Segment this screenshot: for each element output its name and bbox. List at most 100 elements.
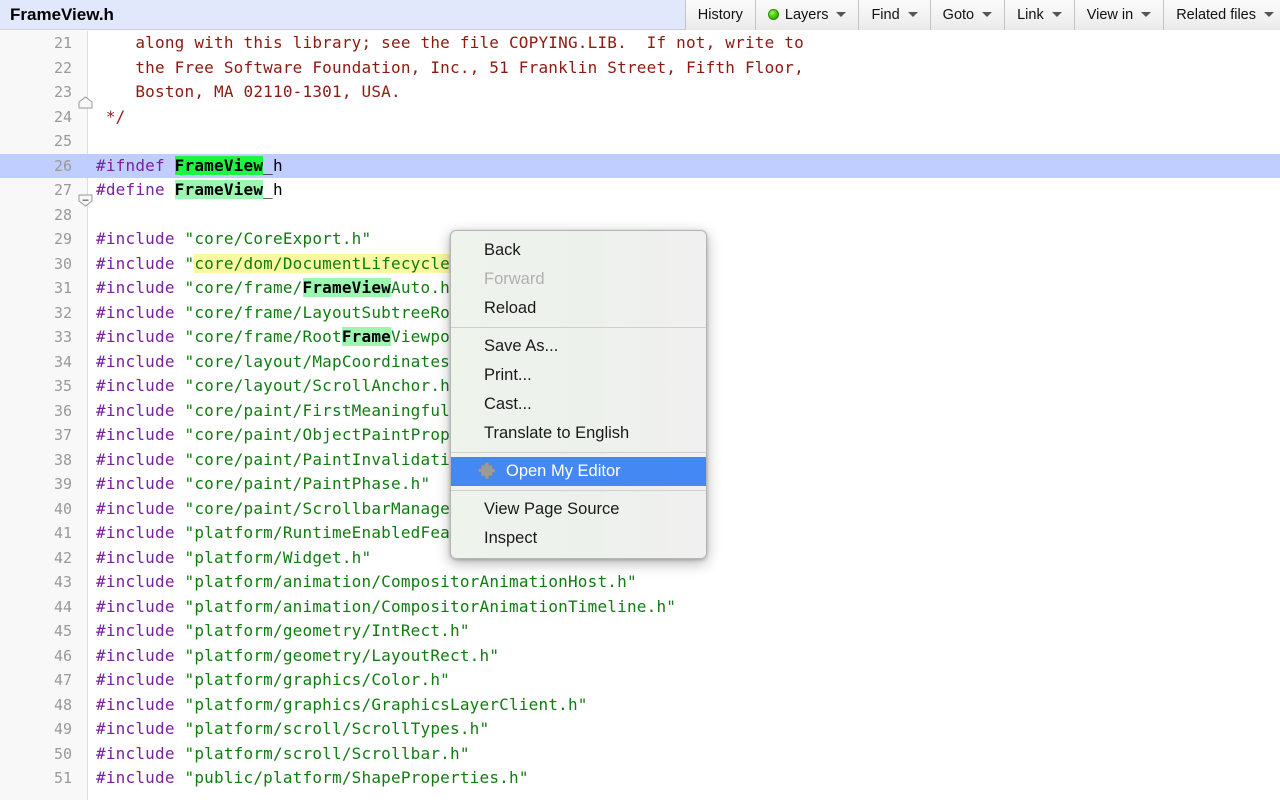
code-token: #include xyxy=(96,401,185,420)
code-line[interactable]: 51#include "public/platform/ShapePropert… xyxy=(0,766,1280,791)
toolbar-button-related-files[interactable]: Related files xyxy=(1163,0,1280,30)
code-line[interactable]: 28 xyxy=(0,203,1280,228)
code-line[interactable]: 25 xyxy=(0,129,1280,154)
toolbar-button-group: HistoryLayersFind Goto Link View in Related … xyxy=(686,0,1280,30)
code-token: "platform/geometry/LayoutRect.h" xyxy=(185,646,500,665)
code-line[interactable]: 26 #ifndef FrameView_h xyxy=(0,154,1280,179)
menu-item-cast[interactable]: Cast... xyxy=(451,390,706,419)
code-line[interactable]: 23 Boston, MA 02110-1301, USA. xyxy=(0,80,1280,105)
menu-item-translate-to-english[interactable]: Translate to English xyxy=(451,419,706,448)
code-line[interactable]: 44#include "platform/animation/Composito… xyxy=(0,595,1280,620)
code-line[interactable]: 49#include "platform/scroll/ScrollTypes.… xyxy=(0,717,1280,742)
code-text: along with this library; see the file CO… xyxy=(96,31,804,56)
menu-item-print[interactable]: Print... xyxy=(451,361,706,390)
line-number: 37 xyxy=(0,423,72,448)
line-number: 32 xyxy=(0,301,72,326)
code-text: #include "core/paint/PaintPhase.h" xyxy=(96,472,430,497)
menu-item-label: View Page Source xyxy=(484,500,619,518)
code-line[interactable]: 24 */ xyxy=(0,105,1280,130)
menu-item-label: Back xyxy=(484,241,521,259)
toolbar-button-link[interactable]: Link xyxy=(1004,0,1075,30)
code-token: */ xyxy=(96,107,126,126)
code-text: #include "public/platform/ShapePropertie… xyxy=(96,766,529,791)
code-token: "platform/graphics/Color.h" xyxy=(185,670,451,689)
code-token: #include xyxy=(96,621,185,640)
code-text: #ifndef FrameView_h xyxy=(96,154,283,179)
code-token: #include xyxy=(96,450,185,469)
fold-up-icon[interactable] xyxy=(78,96,93,109)
menu-item-label: Translate to English xyxy=(484,424,629,442)
search-match-highlight: FrameView xyxy=(175,180,264,199)
code-token: "core/paint/PaintPhase.h" xyxy=(185,474,431,493)
code-token: #include xyxy=(96,499,185,518)
code-text: #include "core/layout/ScrollAnchor.h" xyxy=(96,374,460,399)
toolbar-button-layers[interactable]: Layers xyxy=(755,0,860,30)
code-line[interactable]: 45#include "platform/geometry/IntRect.h" xyxy=(0,619,1280,644)
menu-item-back[interactable]: Back xyxy=(451,236,706,265)
code-text: #include "core/CoreExport.h" xyxy=(96,227,371,252)
toolbar-button-find[interactable]: Find xyxy=(858,0,930,30)
code-line[interactable]: 43#include "platform/animation/Composito… xyxy=(0,570,1280,595)
code-token: #include xyxy=(96,425,185,444)
code-token: #include xyxy=(96,670,185,689)
code-text: #include "platform/scroll/Scrollbar.h" xyxy=(96,742,470,767)
code-line[interactable]: 21 along with this library; see the file… xyxy=(0,31,1280,56)
toolbar-button-label: Goto xyxy=(943,7,974,23)
code-text: #include "core/dom/DocumentLifecycle.h" xyxy=(96,252,480,277)
line-number: 35 xyxy=(0,374,72,399)
code-line[interactable]: 46#include "platform/geometry/LayoutRect… xyxy=(0,644,1280,669)
code-line[interactable]: 50#include "platform/scroll/Scrollbar.h" xyxy=(0,742,1280,767)
code-line[interactable]: 48#include "platform/graphics/GraphicsLa… xyxy=(0,693,1280,718)
code-text: #include "platform/graphics/Color.h" xyxy=(96,668,450,693)
code-token: #include xyxy=(96,327,185,346)
line-number: 30 xyxy=(0,252,72,277)
context-menu[interactable]: BackForwardReloadSave As...Print...Cast.… xyxy=(450,230,707,559)
line-number: 44 xyxy=(0,595,72,620)
code-token: "platform/scroll/ScrollTypes.h" xyxy=(185,719,490,738)
toolbar-button-label: View in xyxy=(1087,7,1133,23)
code-text: */ xyxy=(96,105,126,130)
code-line[interactable]: 22 the Free Software Foundation, Inc., 5… xyxy=(0,56,1280,81)
chevron-down-icon xyxy=(1052,12,1062,17)
line-number: 41 xyxy=(0,521,72,546)
line-number: 21 xyxy=(0,31,72,56)
page-title: FrameView.h xyxy=(0,5,114,25)
toolbar-button-goto[interactable]: Goto xyxy=(930,0,1005,30)
code-line[interactable]: 27#define FrameView_h xyxy=(0,178,1280,203)
code-token: "core/CoreExport.h" xyxy=(185,229,372,248)
line-number: 27 xyxy=(0,178,72,203)
search-match-highlight: FrameView xyxy=(175,156,264,175)
menu-item-save-as[interactable]: Save As... xyxy=(451,332,706,361)
code-text: the Free Software Foundation, Inc., 51 F… xyxy=(96,56,804,81)
menu-item-reload[interactable]: Reload xyxy=(451,294,706,323)
menu-item-label: Reload xyxy=(484,299,536,317)
code-text: #include "platform/graphics/GraphicsLaye… xyxy=(96,693,588,718)
code-token: #include xyxy=(96,474,185,493)
menu-item-inspect[interactable]: Inspect xyxy=(451,524,706,553)
code-token: "platform/Widget.h" xyxy=(185,548,372,567)
code-token: " xyxy=(185,254,195,273)
puzzle-piece-icon xyxy=(478,462,497,481)
line-number: 26 xyxy=(0,154,72,179)
code-token: #include xyxy=(96,523,185,542)
menu-item-label: Cast... xyxy=(484,395,532,413)
line-number: 28 xyxy=(0,203,72,228)
code-line[interactable]: 47#include "platform/graphics/Color.h" xyxy=(0,668,1280,693)
code-token: along with this library; see the file CO… xyxy=(96,33,804,52)
search-match-highlight: core/dom/DocumentLifecycle.h xyxy=(194,254,469,273)
fold-collapse-icon[interactable] xyxy=(78,194,93,207)
code-token: "core/frame/ xyxy=(185,278,303,297)
code-token: "platform/animation/CompositorAnimationT… xyxy=(185,597,677,616)
code-token: "core/frame/Root xyxy=(185,327,342,346)
toolbar-button-history[interactable]: History xyxy=(685,0,756,30)
chevron-down-icon xyxy=(908,12,918,17)
code-token: Boston, MA 02110-1301, USA. xyxy=(96,82,401,101)
menu-item-open-my-editor[interactable]: Open My Editor xyxy=(451,457,706,486)
line-number: 23 xyxy=(0,80,72,105)
code-text: #include "platform/scroll/ScrollTypes.h" xyxy=(96,717,489,742)
code-token: _h xyxy=(263,156,283,175)
code-token: _h xyxy=(263,180,283,199)
toolbar-button-view-in[interactable]: View in xyxy=(1074,0,1164,30)
code-token: #include xyxy=(96,278,185,297)
menu-item-view-page-source[interactable]: View Page Source xyxy=(451,495,706,524)
